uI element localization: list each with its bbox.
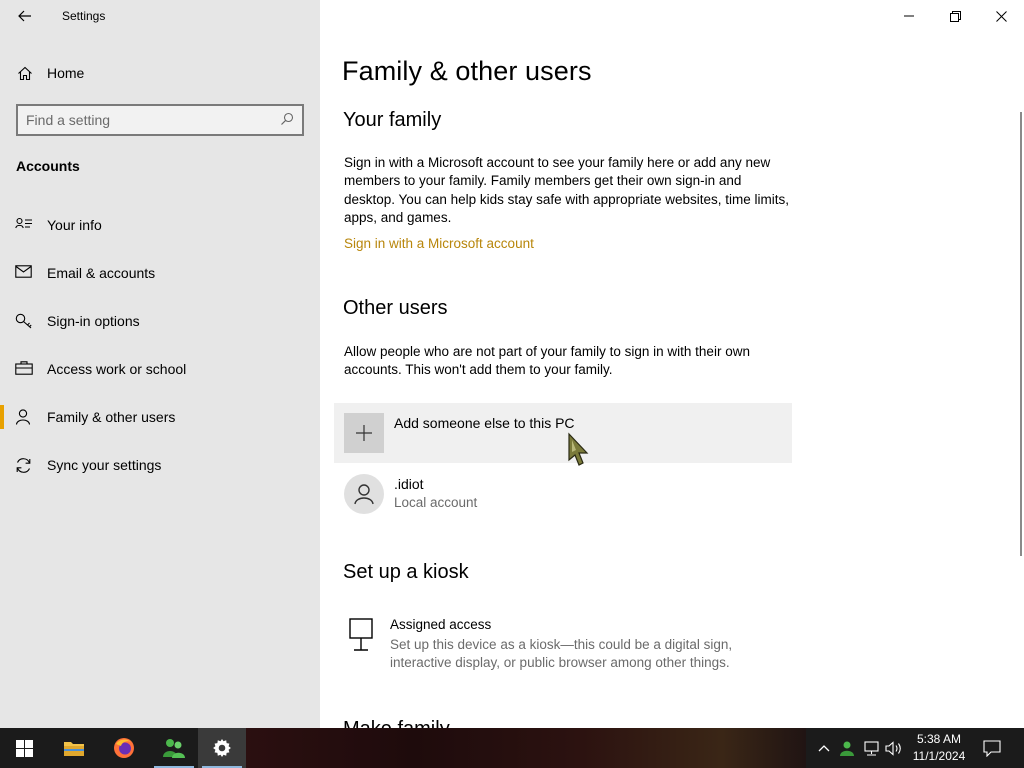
add-tile [344,413,384,453]
close-icon [995,10,1007,22]
sidebar-item-label: Family & other users [47,409,176,425]
settings-sidebar: Settings Home Accounts Your info Email &… [0,0,320,728]
close-button[interactable] [978,0,1024,32]
restore-icon [949,10,961,22]
network-icon [863,740,879,756]
home-icon [16,65,34,81]
volume-icon [885,740,901,756]
clock-time: 5:38 AM [916,732,962,746]
chevron-up-icon [818,745,830,752]
notification-icon [983,739,1001,757]
taskbar-file-explorer[interactable] [50,728,98,768]
assigned-access-description: Set up this device as a kiosk—this could… [390,637,733,671]
tray-user-app[interactable] [837,736,857,760]
sidebar-item-label: Sign-in options [47,313,140,329]
tray-overflow-chevron[interactable] [814,736,834,760]
page-title: Family & other users [342,56,592,86]
sidebar-item-family-other-users[interactable]: Family & other users [0,397,320,437]
key-icon [15,313,33,329]
clock-date: 11/1/2024 [912,749,966,763]
search-input[interactable] [26,110,276,130]
back-button[interactable] [8,2,42,30]
other-users-heading: Other users [343,297,448,319]
active-indicator [0,405,4,429]
minimize-button[interactable] [886,0,932,32]
other-users-description: Allow people who are not part of your fa… [344,344,750,378]
user-account-row[interactable]: .idiot Local account [334,468,792,518]
start-icon [15,739,33,757]
taskbar-wallpaper-region [246,728,806,768]
next-section-heading-partial: Make family ... [343,718,472,728]
window-title: Settings [62,9,106,23]
user-tray-icon [840,741,854,756]
sidebar-item-sign-in-options[interactable]: Sign-in options [0,301,320,341]
sidebar-item-label: Your info [47,217,102,233]
home-label: Home [47,65,85,81]
tray-network[interactable] [861,736,881,760]
home-nav-item[interactable]: Home [0,58,320,88]
taskbar-settings[interactable] [198,728,246,768]
sync-icon [15,457,33,473]
restore-button[interactable] [932,0,978,32]
sidebar-item-access-work[interactable]: Access work or school [0,349,320,389]
sidebar-item-your-info[interactable]: Your info [0,205,320,245]
sidebar-item-email-accounts[interactable]: Email & accounts [0,253,320,293]
sidebar-item-label: Sync your settings [47,457,162,473]
assigned-access-item[interactable]: Assigned access Set up this device as a … [344,614,784,674]
sidebar-item-label: Access work or school [47,361,187,377]
taskbar-clock[interactable]: 5:38 AM 11/1/2024 [904,731,974,765]
briefcase-icon [15,361,33,377]
contact-card-icon [15,217,33,233]
your-family-heading: Your family [343,109,442,131]
person-icon [15,409,33,425]
sign-in-microsoft-link[interactable]: Sign in with a Microsoft account [344,236,534,251]
user-name: .idiot [394,476,424,492]
mouse-cursor-icon [568,432,589,466]
user-avatar-icon [344,474,384,514]
search-icon[interactable] [280,112,296,128]
add-someone-button[interactable]: Add someone else to this PC [334,403,792,463]
action-center-button[interactable] [980,736,1004,760]
your-family-description: Sign in with a Microsoft account to see … [344,155,789,225]
kiosk-heading: Set up a kiosk [343,561,469,583]
taskbar: 5:38 AM 11/1/2024 [0,728,1024,768]
search-box[interactable] [16,104,304,136]
scrollbar[interactable] [1020,112,1022,556]
sidebar-item-label: Email & accounts [47,265,156,281]
back-arrow-icon [18,10,31,22]
start-button[interactable] [0,728,48,768]
mail-icon [15,265,33,281]
user-account-type: Local account [394,495,478,510]
taskbar-users-app[interactable] [150,728,198,768]
accounts-section-label: Accounts [16,158,80,174]
settings-gear-icon [213,739,231,757]
kiosk-icon [348,618,376,652]
tray-volume[interactable] [884,736,904,760]
minimize-icon [904,15,914,17]
add-someone-label: Add someone else to this PC [394,415,575,431]
assigned-access-title: Assigned access [390,617,492,632]
content-pane: Family & other users Your family Sign in… [320,0,1024,728]
plus-icon [356,425,372,441]
taskbar-firefox[interactable] [100,728,148,768]
file-explorer-icon [64,742,84,756]
sidebar-item-sync-settings[interactable]: Sync your settings [0,445,320,485]
firefox-icon [114,738,134,758]
users-app-icon [163,739,185,758]
